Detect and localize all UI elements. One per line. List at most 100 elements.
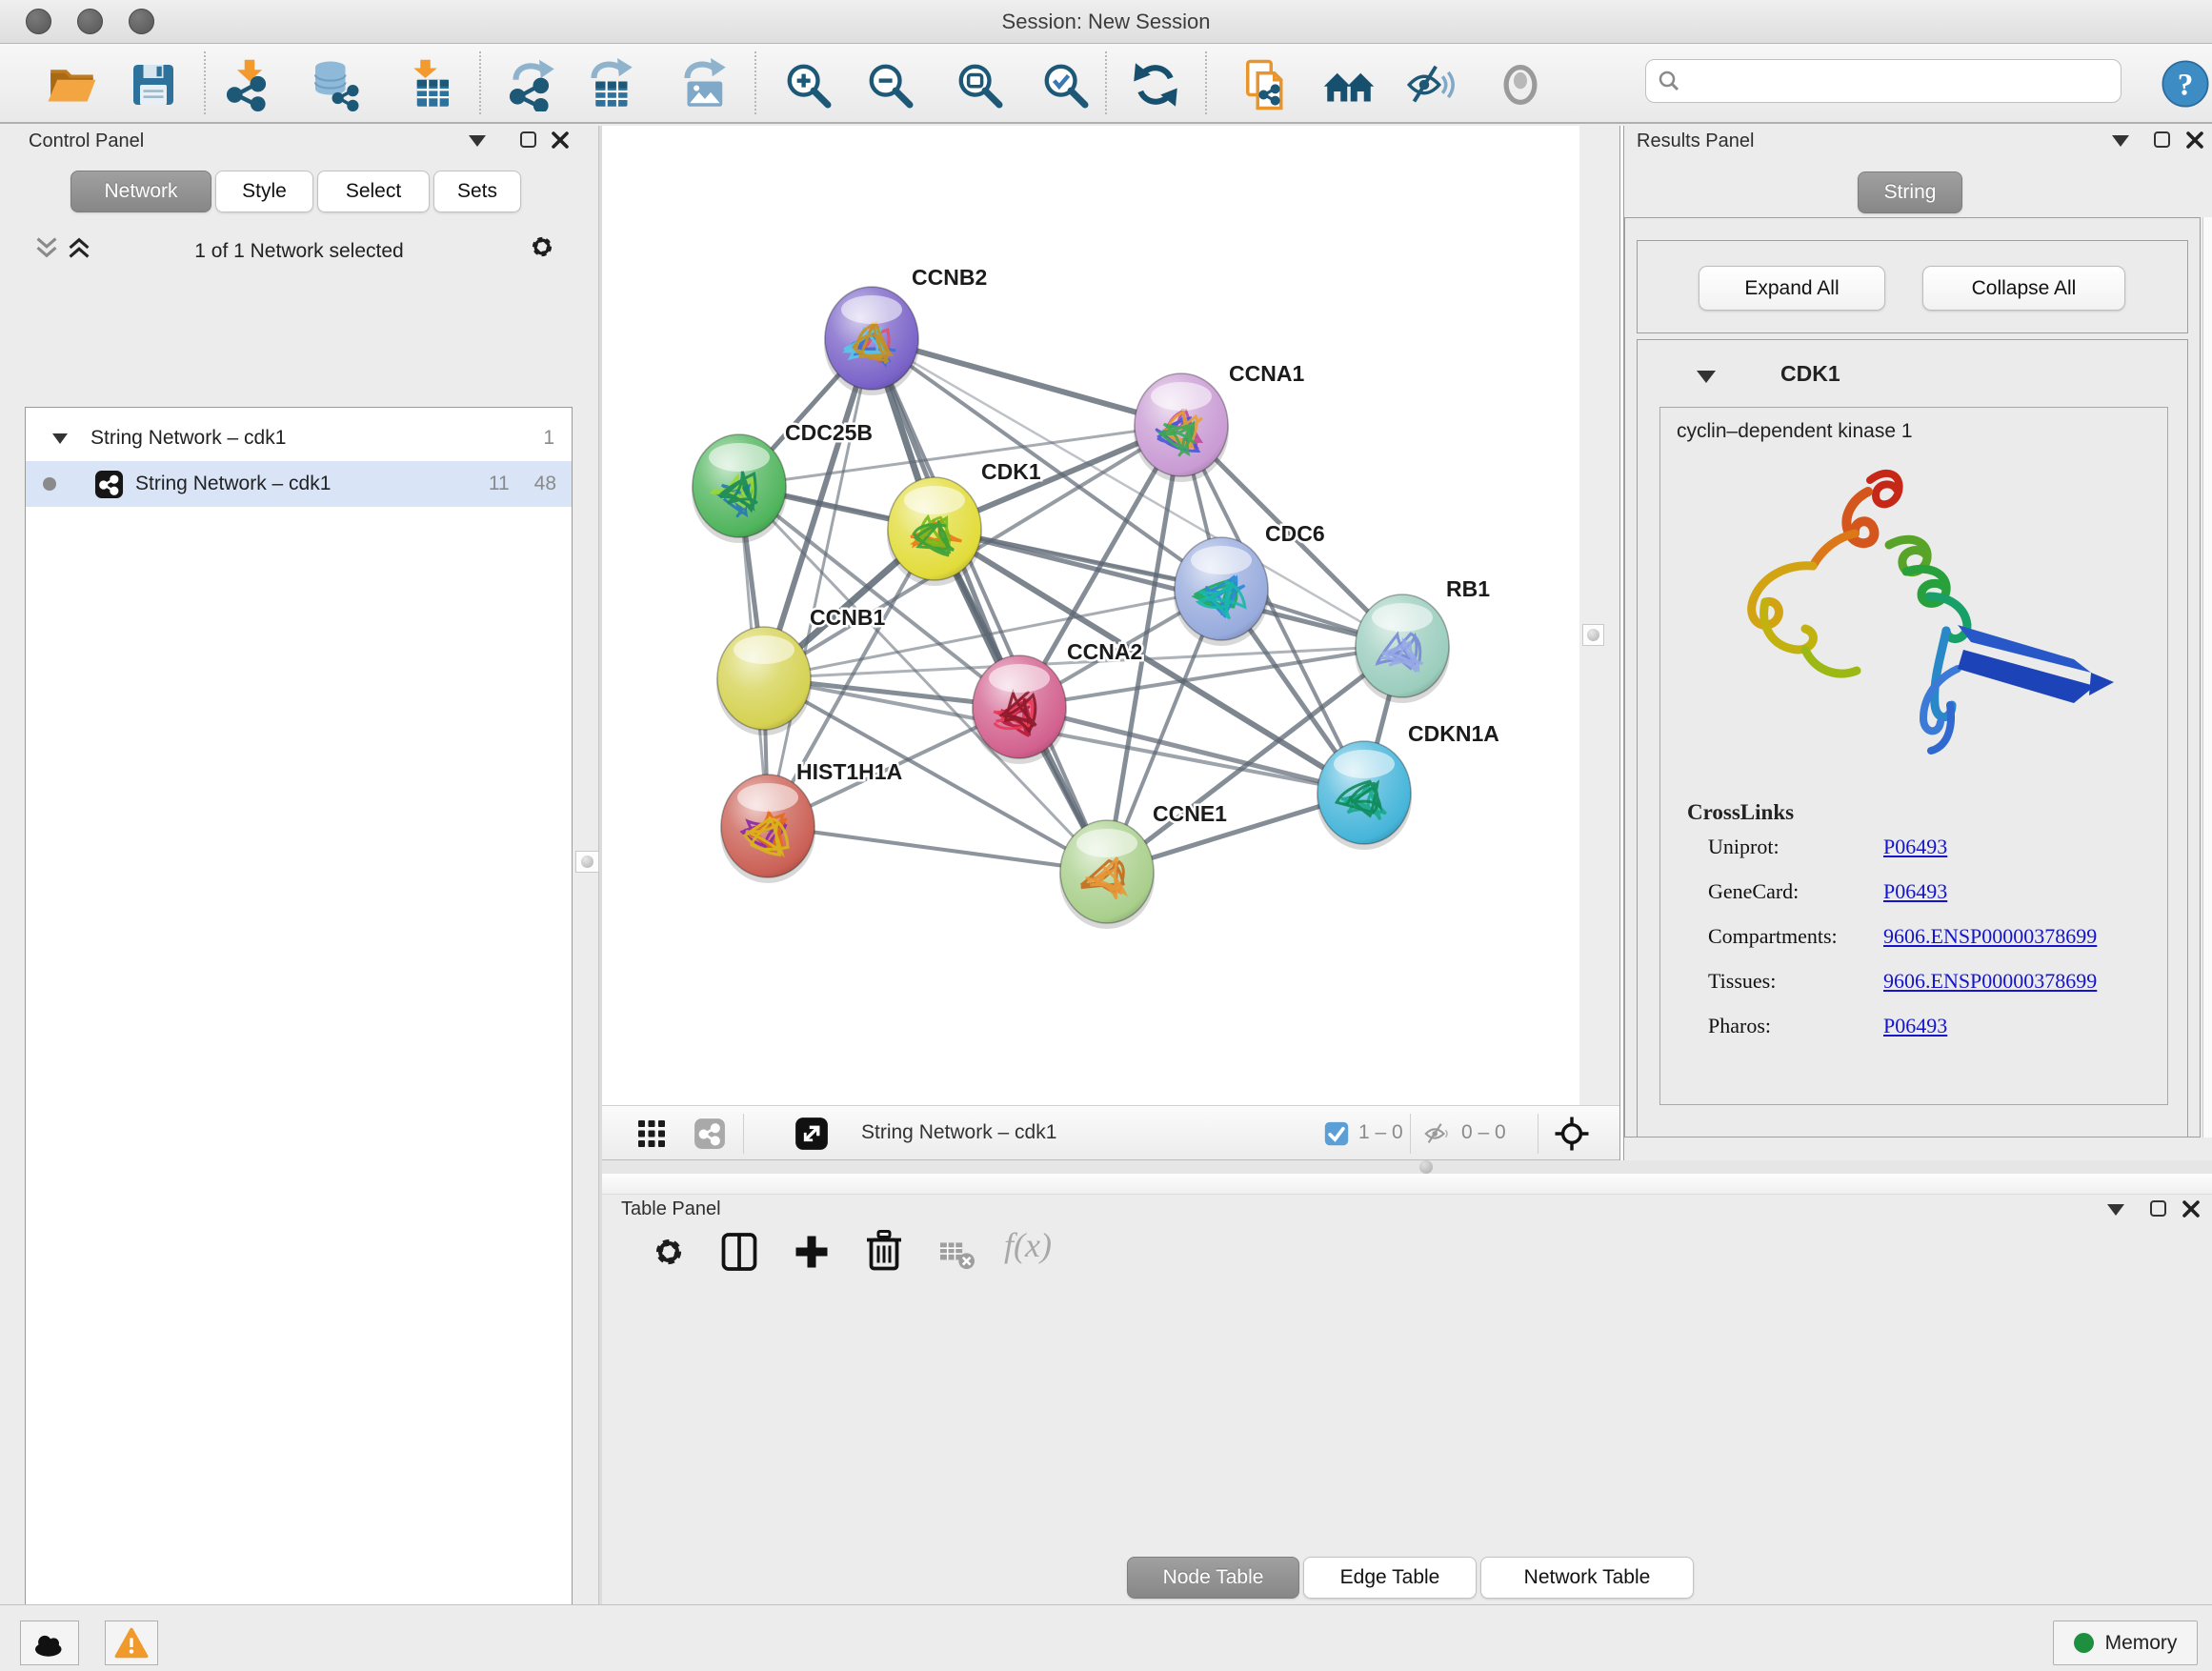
open-session-icon[interactable] — [45, 58, 98, 111]
string-view-icon[interactable] — [694, 1117, 726, 1150]
network-selection-status: 1 of 1 Network selected — [0, 240, 598, 263]
tab-style[interactable]: Style — [215, 171, 313, 212]
tab-string[interactable]: String — [1858, 171, 1962, 213]
expand-all-button[interactable]: Expand All — [1699, 266, 1885, 311]
results-panel-close-icon[interactable] — [2185, 131, 2204, 150]
graph-node-label-CDK1: CDK1 — [981, 459, 1041, 484]
gene-section-collapse-icon[interactable] — [1697, 371, 1716, 383]
gene-name: CDK1 — [1780, 361, 1840, 387]
svg-text:?: ? — [2178, 67, 2194, 102]
network-edge-count: 48 — [534, 473, 556, 495]
graph-node-label-CCNE1: CCNE1 — [1153, 801, 1227, 826]
search-input[interactable] — [1688, 70, 2109, 92]
selected-checkbox-icon[interactable] — [1324, 1121, 1349, 1146]
crosslink-compartments-link[interactable]: 9606.ENSP00000378699 — [1883, 924, 2097, 949]
zoom-selected-icon[interactable] — [1038, 58, 1092, 111]
window-title: Session: New Session — [0, 10, 2212, 34]
export-image-icon[interactable] — [677, 58, 731, 111]
horizontal-splitter[interactable] — [602, 1160, 2212, 1174]
table-panel-menu-icon[interactable] — [2107, 1204, 2124, 1216]
grid-view-icon[interactable] — [636, 1118, 667, 1149]
create-column-plus-icon[interactable] — [789, 1229, 835, 1275]
crosslink-label: Tissues: — [1708, 969, 1776, 994]
import-table-icon[interactable] — [402, 58, 455, 111]
hide-selected-eye-icon[interactable] — [1404, 58, 1458, 111]
network-node-count: 11 — [489, 473, 510, 495]
network-options-gear-icon[interactable] — [526, 231, 558, 263]
search-field — [1645, 59, 2122, 103]
toolbar-separator — [204, 51, 206, 114]
expand-collapse-box: Expand All Collapse All — [1637, 240, 2188, 333]
table-panel-close-icon[interactable] — [2182, 1199, 2201, 1218]
memory-label: Memory — [2105, 1632, 2178, 1655]
main-toolbar: ? — [0, 44, 2212, 124]
graph-node-label-HIST1H1A: HIST1H1A — [796, 759, 902, 784]
gene-section: CDK1 cyclin–dependent kinase 1 — [1637, 339, 2188, 1137]
refresh-icon[interactable] — [1129, 58, 1182, 111]
show-all-eye-icon[interactable] — [1494, 58, 1547, 111]
zoom-fit-icon[interactable] — [953, 58, 1006, 111]
crosslinks-title: CrossLinks — [1687, 800, 1794, 825]
graph-node-label-RB1: RB1 — [1446, 576, 1490, 601]
help-icon[interactable]: ? — [2159, 57, 2212, 111]
warning-icon — [114, 1627, 149, 1660]
export-table-icon[interactable] — [584, 58, 637, 111]
table-options-gear-icon[interactable] — [648, 1231, 690, 1273]
string-network-icon — [94, 470, 124, 499]
save-session-icon[interactable] — [127, 58, 180, 111]
import-network-from-database-icon[interactable] — [309, 58, 362, 111]
control-panel-menu-icon[interactable] — [469, 135, 486, 147]
zoom-out-icon[interactable] — [863, 58, 916, 111]
collapse-all-button[interactable]: Collapse All — [1922, 266, 2125, 311]
share-publication-icon[interactable] — [1239, 58, 1293, 111]
results-scrollbar-track[interactable] — [2202, 217, 2212, 1137]
import-network-icon[interactable] — [223, 58, 276, 111]
crosslink-pharos-link[interactable]: P06493 — [1883, 1014, 1947, 1038]
delete-columns-trash-icon[interactable] — [861, 1227, 907, 1273]
show-columns-icon[interactable] — [716, 1229, 762, 1275]
tab-node-table[interactable]: Node Table — [1127, 1557, 1299, 1599]
network-collection-count: 1 — [543, 427, 554, 450]
results-panel-float-button[interactable] — [2154, 131, 2170, 148]
graph-node-label-CCNA2: CCNA2 — [1067, 639, 1142, 664]
network-right-gutter — [1579, 126, 1619, 1105]
crosslink-genecard-link[interactable]: P06493 — [1883, 879, 1947, 904]
crosslink-label: Compartments: — [1708, 924, 1838, 949]
results-panel-title: Results Panel — [1637, 131, 1754, 152]
results-panel-menu-icon[interactable] — [2112, 135, 2129, 147]
tab-edge-table[interactable]: Edge Table — [1303, 1557, 1477, 1599]
zoom-in-icon[interactable] — [781, 58, 835, 111]
network-collection-label: String Network – cdk1 — [90, 427, 286, 450]
network-collection-row[interactable]: String Network – cdk1 1 — [26, 415, 572, 461]
network-graph[interactable]: CCNB2CCNA1CDC25BCDK1CDC6RB1CCNB1CCNA2CDK… — [602, 126, 1579, 1105]
tab-sets[interactable]: Sets — [433, 171, 521, 212]
right-splitter-collapse-handle[interactable] — [1582, 624, 1604, 646]
tab-network-table[interactable]: Network Table — [1480, 1557, 1694, 1599]
network-row-selected[interactable]: String Network – cdk1 11 48 — [26, 461, 572, 507]
memory-button[interactable]: Memory — [2053, 1621, 2198, 1665]
cytoscape-window: Session: New Session — [0, 0, 2212, 1671]
fit-content-target-icon[interactable] — [1553, 1115, 1591, 1153]
status-bar: Memory — [0, 1604, 2212, 1671]
control-panel-float-button[interactable] — [520, 131, 536, 148]
hidden-counts: 0 – 0 — [1461, 1121, 1506, 1144]
export-network-icon[interactable] — [506, 58, 559, 111]
home-icon[interactable] — [1322, 58, 1376, 111]
crosslink-tissues-link[interactable]: 9606.ENSP00000378699 — [1883, 969, 2097, 994]
network-row-label: String Network – cdk1 — [135, 473, 331, 495]
horizontal-splitter-handle[interactable] — [1419, 1160, 1433, 1174]
tab-network[interactable]: Network — [70, 171, 211, 212]
warnings-button[interactable] — [105, 1621, 158, 1665]
cloud-status-button[interactable] — [20, 1621, 79, 1665]
title-bar: Session: New Session — [0, 0, 2212, 44]
control-panel-close-icon[interactable] — [551, 131, 570, 150]
open-in-new-window-icon[interactable] — [794, 1117, 829, 1151]
tab-select[interactable]: Select — [317, 171, 430, 212]
control-panel: Control Panel Network Style Select Sets … — [0, 126, 598, 1604]
graph-node-label-CCNB2: CCNB2 — [912, 265, 987, 290]
left-splitter-collapse-handle[interactable] — [575, 851, 599, 873]
table-panel-float-button[interactable] — [2150, 1200, 2166, 1217]
selected-counts: 1 – 0 — [1358, 1121, 1403, 1144]
crosslink-uniprot-link[interactable]: P06493 — [1883, 835, 1947, 859]
cloud-icon — [30, 1629, 69, 1658]
